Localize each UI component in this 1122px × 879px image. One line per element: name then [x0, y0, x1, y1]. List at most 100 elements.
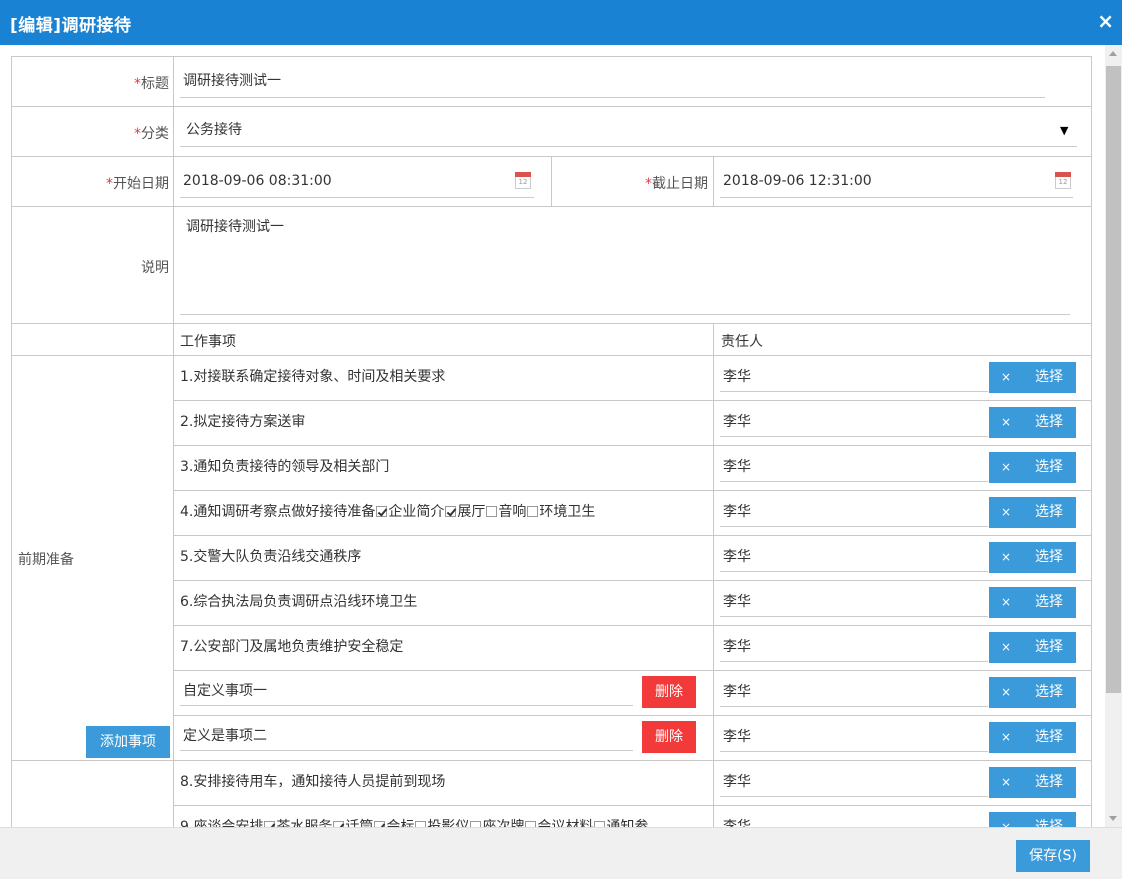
grid-line	[173, 805, 1092, 806]
required-mark: *	[645, 176, 652, 192]
owner-field[interactable]: 李华	[720, 410, 988, 437]
end-date-label-text: 截止日期	[652, 176, 708, 192]
option-checkbox[interactable]	[527, 506, 539, 517]
owner-field[interactable]: 李华	[720, 455, 988, 482]
clear-owner-icon[interactable]: ×	[989, 587, 1023, 618]
title-value: 调研接待测试一	[183, 73, 281, 89]
calendar-day: 12	[515, 177, 531, 189]
option-checkbox[interactable]	[486, 506, 498, 517]
clear-owner-icon[interactable]: ×	[989, 812, 1023, 827]
option-label: 会议材料	[537, 819, 594, 827]
end-date-value: 2018-09-06 12:31:00	[723, 173, 872, 189]
save-button[interactable]: 保存(S)	[1016, 840, 1090, 872]
owner-field[interactable]: 李华	[720, 770, 988, 797]
calendar-icon[interactable]: 12	[1055, 172, 1071, 189]
task-text: 8.安排接待用车，通知接待人员提前到现场	[180, 774, 446, 790]
start-date-input[interactable]: 2018-09-06 08:31:00	[180, 170, 534, 198]
owner-field[interactable]: 李华	[720, 545, 988, 572]
delete-button[interactable]: 删除	[642, 676, 696, 708]
category-select[interactable]: 公务接待	[180, 119, 1077, 147]
grid-line	[713, 156, 714, 206]
scroll-down-icon[interactable]	[1109, 816, 1117, 821]
scroll-up-icon[interactable]	[1109, 51, 1117, 56]
custom-task-input[interactable]: 自定义事项一	[180, 679, 633, 706]
owner-field[interactable]: 李华	[720, 815, 988, 827]
start-date-value: 2018-09-06 08:31:00	[183, 173, 332, 189]
option-label: 企业简介	[388, 504, 445, 520]
option-label: 通知参	[606, 819, 649, 827]
grid-line	[713, 323, 714, 827]
required-mark: *	[134, 126, 141, 142]
owner-field[interactable]: 李华	[720, 590, 988, 617]
clear-owner-icon[interactable]: ×	[989, 497, 1023, 528]
task-text: 6.综合执法局负责调研点沿线环境卫生	[180, 594, 418, 610]
choose-owner-button[interactable]: 选择	[1022, 632, 1076, 663]
calendar-icon[interactable]: 12	[515, 172, 531, 189]
chevron-down-icon[interactable]: ▼	[1060, 124, 1068, 137]
vertical-scrollbar[interactable]	[1105, 45, 1122, 827]
scroll-thumb[interactable]	[1106, 66, 1121, 693]
owner-field[interactable]: 李华	[720, 500, 988, 527]
grid-line	[173, 56, 174, 827]
dialog-titlebar: [编辑]调研接待 ×	[0, 0, 1122, 45]
choose-owner-button[interactable]: 选择	[1022, 677, 1076, 708]
title-input[interactable]: 调研接待测试一	[180, 70, 1045, 98]
clear-owner-icon[interactable]: ×	[989, 362, 1023, 393]
option-label: 会标	[386, 819, 415, 827]
grid-line	[173, 580, 1092, 581]
task-text: 5.交警大队负责沿线交通秩序	[180, 549, 362, 565]
task-text: 2.拟定接待方案送审	[180, 414, 306, 430]
required-mark: *	[106, 176, 113, 192]
option-checkbox[interactable]	[376, 506, 388, 517]
owner-field[interactable]: 李华	[720, 365, 988, 392]
task-text: 7.公安部门及属地负责维护安全稳定	[180, 639, 404, 655]
choose-owner-button[interactable]: 选择	[1022, 452, 1076, 483]
close-icon[interactable]: ×	[1097, 9, 1114, 33]
choose-owner-button[interactable]: 选择	[1022, 722, 1076, 753]
clear-owner-icon[interactable]: ×	[989, 767, 1023, 798]
choose-owner-button[interactable]: 选择	[1022, 407, 1076, 438]
custom-task-input[interactable]: 定义是事项二	[180, 724, 633, 751]
add-item-button[interactable]: 添加事项	[86, 726, 170, 758]
option-label: 音响	[498, 504, 527, 520]
task-text-prefix: 4.通知调研考察点做好接待准备	[180, 504, 376, 520]
grid-line	[11, 56, 12, 827]
clear-owner-icon[interactable]: ×	[989, 677, 1023, 708]
choose-owner-button[interactable]: 选择	[1022, 812, 1076, 827]
delete-button[interactable]: 删除	[642, 721, 696, 753]
owner-field[interactable]: 李华	[720, 725, 988, 752]
clear-owner-icon[interactable]: ×	[989, 632, 1023, 663]
choose-owner-button[interactable]: 选择	[1022, 362, 1076, 393]
option-label: 展厅	[457, 504, 486, 520]
clear-owner-icon[interactable]: ×	[989, 452, 1023, 483]
choose-owner-button[interactable]: 选择	[1022, 587, 1076, 618]
task-text-prefix: 9.座谈会安排	[180, 819, 264, 827]
option-label: 茶水服务	[276, 819, 333, 827]
start-date-label: *开始日期	[11, 173, 169, 193]
option-label: 投影仪	[427, 819, 470, 827]
group-label-prep: 前期准备	[18, 552, 74, 568]
grid-line	[173, 670, 1092, 671]
task-text: 1.对接联系确定接待对象、时间及相关要求	[180, 369, 446, 385]
task-text: 3.通知负责接待的领导及相关部门	[180, 459, 390, 475]
owner-field[interactable]: 李华	[720, 680, 988, 707]
grid-line	[173, 490, 1092, 491]
grid-line	[173, 400, 1092, 401]
col-header-task: 工作事项	[180, 334, 236, 350]
task-text: 9.座谈会安排 茶水服务 话筒 会标 投影仪 座次牌 会议材料 通知参	[180, 817, 648, 827]
dialog-footer: 保存(S)	[0, 827, 1122, 879]
clear-owner-icon[interactable]: ×	[989, 542, 1023, 573]
choose-owner-button[interactable]: 选择	[1022, 542, 1076, 573]
choose-owner-button[interactable]: 选择	[1022, 497, 1076, 528]
category-value: 公务接待	[186, 122, 242, 138]
grid-line	[173, 625, 1092, 626]
choose-owner-button[interactable]: 选择	[1022, 767, 1076, 798]
description-textarea[interactable]: 调研接待测试一	[180, 217, 1070, 315]
grid-line	[173, 535, 1092, 536]
option-checkbox[interactable]	[445, 506, 457, 517]
end-date-input[interactable]: 2018-09-06 12:31:00	[720, 170, 1073, 198]
form-content: *标题 调研接待测试一 *分类 公务接待 ▼ *开始日期 2018-09-06 …	[0, 45, 1105, 827]
owner-field[interactable]: 李华	[720, 635, 988, 662]
clear-owner-icon[interactable]: ×	[989, 722, 1023, 753]
clear-owner-icon[interactable]: ×	[989, 407, 1023, 438]
